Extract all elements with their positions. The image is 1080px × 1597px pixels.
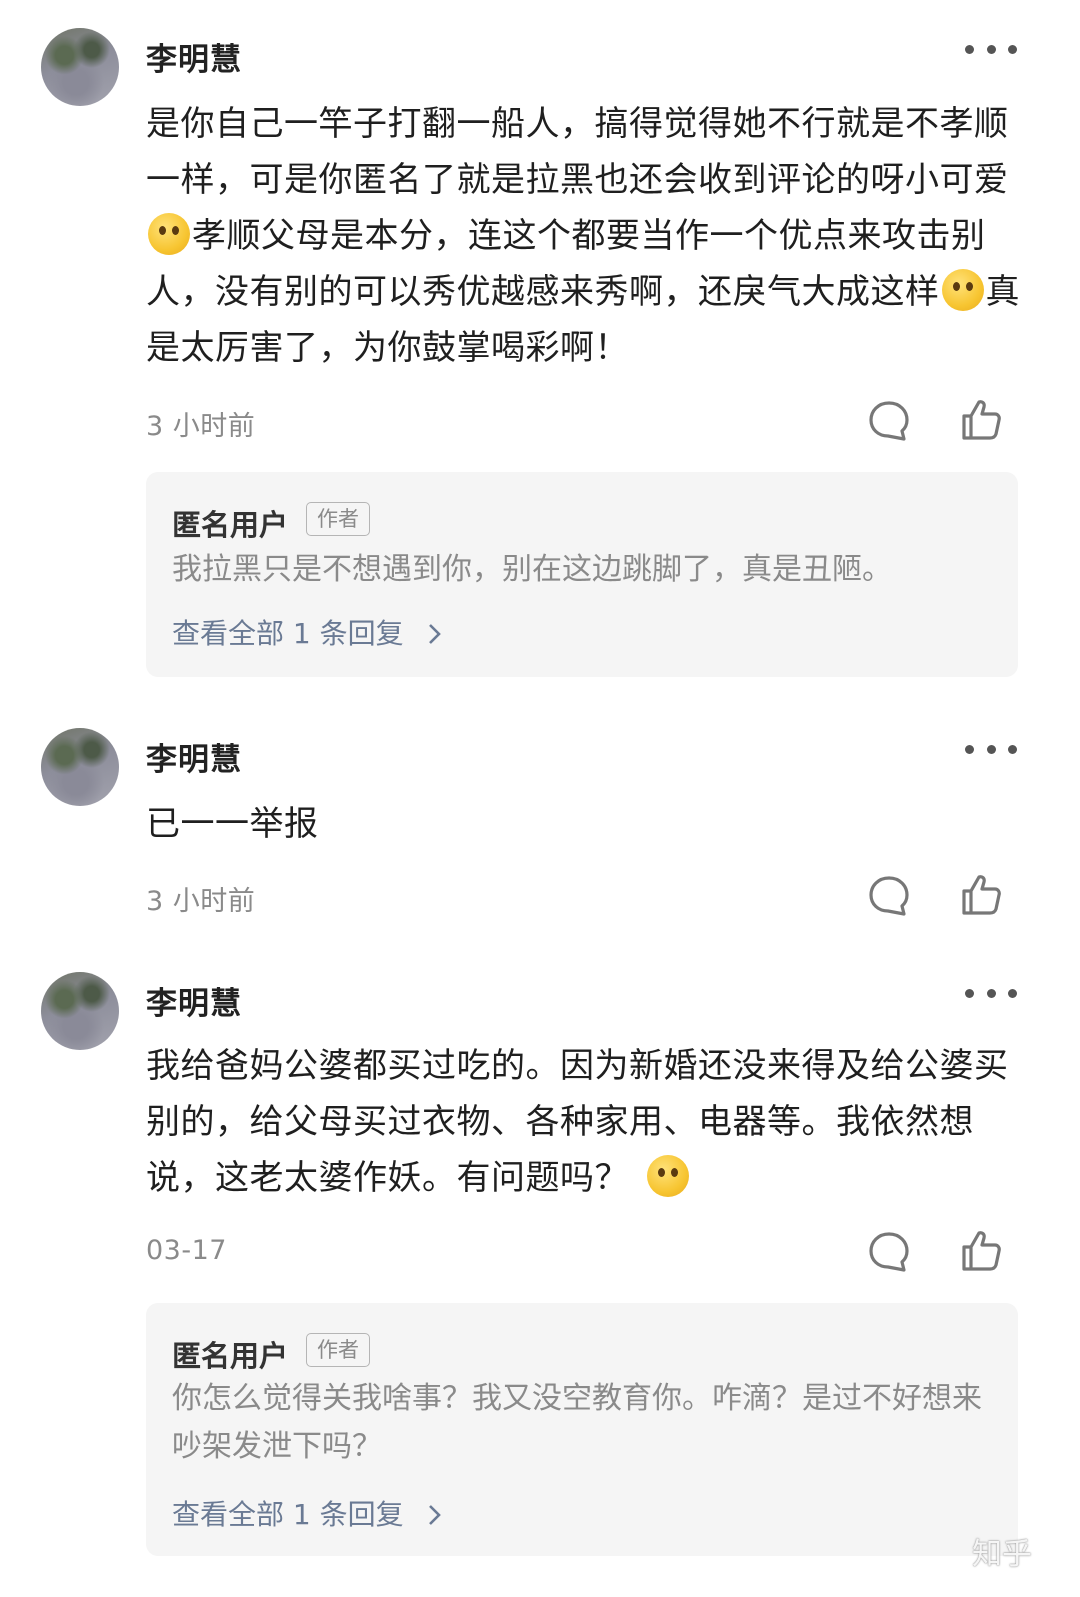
- comment-item: 李明慧 已一一举报 3 小时前: [0, 700, 1080, 940]
- thumbs-up-icon[interactable]: [958, 396, 1004, 442]
- avatar[interactable]: [41, 728, 119, 806]
- comment-bubble-icon[interactable]: [866, 873, 912, 919]
- reply-text: 你怎么觉得关我啥事？我又没空教育你。咋滴？是过不好想来吵架发泄下吗？: [172, 1381, 982, 1464]
- comment-bubble-icon[interactable]: [866, 1229, 912, 1275]
- more-dots-icon[interactable]: [965, 42, 1017, 56]
- comment-author[interactable]: 李明慧: [146, 34, 242, 79]
- view-all-label: 查看全部 1 条回复: [172, 1498, 404, 1531]
- comment-author[interactable]: 李明慧: [146, 978, 242, 1023]
- reply-author[interactable]: 匿名用户: [172, 502, 288, 544]
- emoji-icon: [941, 269, 984, 311]
- comment-item: 李明慧 我给爸妈公婆都买过吃的。因为新婚还没来得及给公婆买别的，给父母买过衣物、…: [0, 944, 1080, 1584]
- reply-text: 我拉黑只是不想遇到你，别在这边跳脚了，真是丑陋。: [172, 552, 892, 587]
- view-all-replies-link[interactable]: 查看全部 1 条回复: [172, 1493, 445, 1533]
- comment-bubble-icon[interactable]: [866, 398, 912, 444]
- comment-item: 李明慧 是你自己一竿子打翻一船人，搞得觉得她不行就是不孝顺一样，可是你匿名了就是…: [0, 0, 1080, 690]
- author-badge: 作者: [306, 1333, 370, 1367]
- chevron-right-icon: [428, 624, 441, 644]
- author-badge: 作者: [306, 502, 370, 536]
- comment-content: 是你自己一竿子打翻一船人，搞得觉得她不行就是不孝顺一样，可是你匿名了就是拉黑也还…: [146, 96, 1026, 376]
- reply-box[interactable]: 匿名用户 作者 你怎么觉得关我啥事？我又没空教育你。咋滴？是过不好想来吵架发泄下…: [146, 1303, 1018, 1556]
- comment-thread: 李明慧 是你自己一竿子打翻一船人，搞得觉得她不行就是不孝顺一样，可是你匿名了就是…: [0, 0, 1080, 1597]
- comment-text: 已一一举报: [146, 804, 319, 844]
- emoji-icon: [148, 213, 190, 255]
- comment-text: 孝顺父母是本分，连这个都要当作一个优点来攻击别人，没有别的可以秀优越感来秀啊，还…: [146, 216, 986, 312]
- comment-time: 3 小时前: [146, 886, 256, 917]
- emoji-icon: [647, 1155, 689, 1197]
- watermark: 知乎: [972, 1537, 1032, 1572]
- comment-text: 是你自己一竿子打翻一船人，搞得觉得她不行就是不孝顺一样，可是你匿名了就是拉黑也还…: [146, 104, 1009, 200]
- view-all-label: 查看全部 1 条回复: [172, 617, 404, 650]
- avatar[interactable]: [41, 28, 119, 106]
- reply-author[interactable]: 匿名用户: [172, 1333, 288, 1375]
- view-all-replies-link[interactable]: 查看全部 1 条回复: [172, 612, 445, 652]
- thumbs-up-icon[interactable]: [958, 871, 1004, 917]
- comment-time: 03-17: [146, 1235, 227, 1266]
- comment-time: 3 小时前: [146, 411, 256, 442]
- thumbs-up-icon[interactable]: [958, 1227, 1004, 1273]
- comment-content: 我给爸妈公婆都买过吃的。因为新婚还没来得及给公婆买别的，给父母买过衣物、各种家用…: [146, 1038, 1026, 1206]
- more-dots-icon[interactable]: [965, 742, 1017, 756]
- chevron-right-icon: [428, 1505, 441, 1525]
- reply-box[interactable]: 匿名用户 作者 我拉黑只是不想遇到你，别在这边跳脚了，真是丑陋。 查看全部 1 …: [146, 472, 1018, 677]
- avatar[interactable]: [41, 972, 119, 1050]
- more-dots-icon[interactable]: [965, 986, 1017, 1000]
- comment-author[interactable]: 李明慧: [146, 734, 242, 779]
- comment-text: 我给爸妈公婆都买过吃的。因为新婚还没来得及给公婆买别的，给父母买过衣物、各种家用…: [146, 1046, 1009, 1198]
